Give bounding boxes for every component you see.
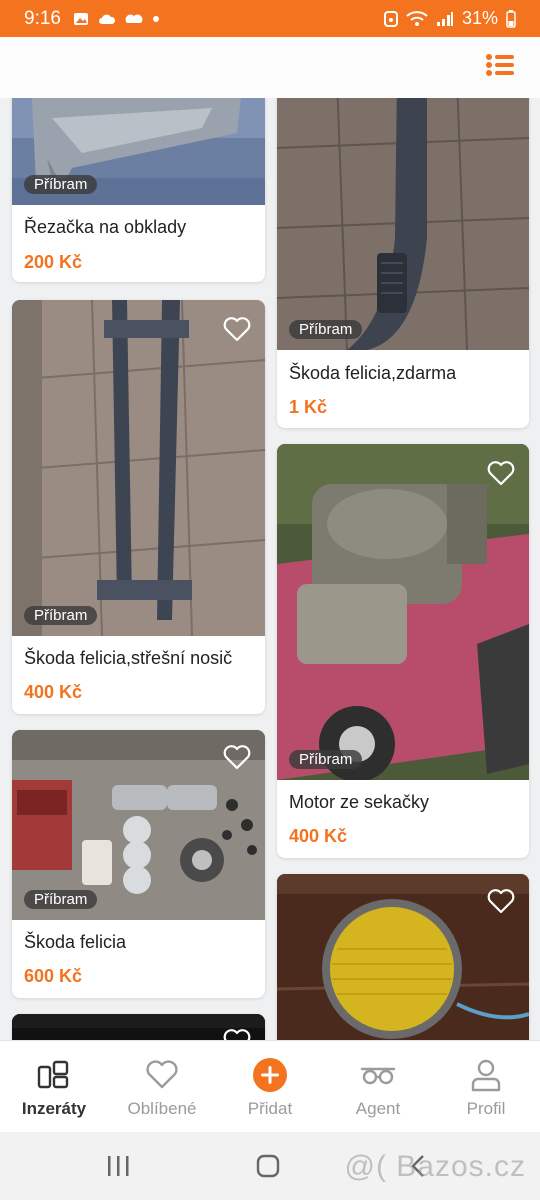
- location-badge: Příbram: [24, 606, 98, 625]
- listing-title: Škoda felicia,zdarma: [289, 363, 457, 383]
- system-navigation-bar: @( Bazos.cz: [0, 1132, 540, 1200]
- location-badge: Příbram: [24, 890, 98, 909]
- lock-badge-icon: [383, 10, 398, 27]
- listing-title: Řezačka na obklady: [24, 217, 187, 237]
- listing-card[interactable]: Příbram Škoda felicia,střešní nosič 400 …: [12, 300, 265, 714]
- add-icon: [253, 1058, 287, 1092]
- favorite-heart-icon[interactable]: [487, 460, 515, 486]
- nav-label: Agent: [355, 1099, 401, 1118]
- weather-icon: [125, 14, 143, 23]
- bazos-watermark: @( Bazos.cz: [344, 1150, 526, 1183]
- listing-price: 600 Kč: [24, 966, 83, 986]
- listing-title: Škoda felicia: [24, 932, 127, 952]
- listing-price: 400 Kč: [289, 826, 348, 846]
- listing-card[interactable]: [277, 874, 529, 1040]
- listing-feed[interactable]: Příbram Řezačka na obklady 200 Kč Příbra…: [0, 98, 540, 1040]
- nav-item-agent[interactable]: Agent: [324, 1041, 432, 1133]
- signal-icon: [436, 11, 453, 26]
- gallery-icon: [73, 12, 88, 25]
- nav-label: Profil: [466, 1099, 506, 1118]
- favorite-heart-icon[interactable]: [223, 1028, 251, 1040]
- bottom-navigation: Inzeráty Oblíbené Přidat Agent Profil: [0, 1040, 540, 1132]
- listing-price: 1 Kč: [289, 397, 328, 417]
- listing-photo: [277, 444, 529, 780]
- home-icon[interactable]: [256, 1154, 280, 1178]
- listing-card[interactable]: Příbram Motor ze sekačky 400 Kč: [277, 444, 529, 858]
- nav-label: Oblíbené: [127, 1099, 197, 1118]
- listings-icon: [37, 1060, 69, 1089]
- listing-card[interactable]: Příbram Škoda felicia,zdarma 1 Kč: [277, 98, 529, 428]
- location-badge: Příbram: [289, 750, 363, 769]
- listing-price: 400 Kč: [24, 682, 83, 702]
- listing-photo: [277, 98, 529, 350]
- dot-icon: [152, 15, 159, 22]
- location-badge: Příbram: [289, 320, 363, 339]
- nav-item-pridat[interactable]: Přidat: [216, 1041, 324, 1133]
- listing-card[interactable]: [12, 1014, 265, 1040]
- favorite-heart-icon[interactable]: [223, 744, 251, 770]
- status-bar: 9:16 31%: [0, 0, 540, 37]
- wifi-icon: [406, 10, 428, 26]
- recent-apps-icon[interactable]: [105, 1154, 131, 1178]
- listing-card[interactable]: Příbram Řezačka na obklady 200 Kč: [12, 98, 265, 282]
- menu-icon[interactable]: [486, 53, 514, 77]
- app-bar: [0, 37, 540, 98]
- nav-label: Přidat: [247, 1099, 293, 1118]
- listing-title: Motor ze sekačky: [289, 792, 430, 812]
- agent-glasses-icon: [360, 1067, 396, 1085]
- nav-item-inzeraty[interactable]: Inzeráty: [0, 1041, 108, 1133]
- nav-item-oblibene[interactable]: Oblíbené: [108, 1041, 216, 1133]
- listing-photo: [12, 300, 265, 636]
- status-notification-icons: [73, 11, 160, 27]
- nav-item-profil[interactable]: Profil: [432, 1041, 540, 1133]
- profile-icon: [471, 1059, 501, 1092]
- battery-icon: [506, 9, 516, 28]
- location-badge: Příbram: [24, 175, 98, 194]
- listing-card[interactable]: Příbram Škoda felicia 600 Kč: [12, 730, 265, 998]
- cloud-icon: [98, 14, 116, 24]
- listing-price: 200 Kč: [24, 252, 83, 272]
- status-time: 9:16: [24, 7, 61, 29]
- battery-percent: 31%: [461, 8, 498, 28]
- favorite-heart-icon[interactable]: [487, 888, 515, 914]
- listing-title: Škoda felicia,střešní nosič: [24, 648, 233, 668]
- heart-icon: [146, 1060, 178, 1089]
- favorite-heart-icon[interactable]: [223, 316, 251, 342]
- nav-label: Inzeráty: [21, 1099, 87, 1118]
